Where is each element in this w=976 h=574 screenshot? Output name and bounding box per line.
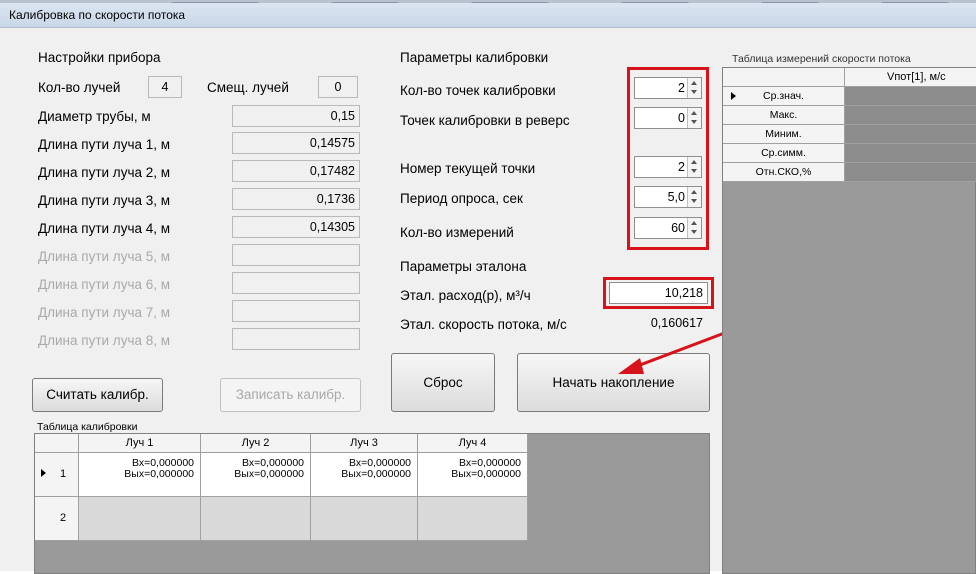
- path-6-field: [232, 272, 360, 294]
- table-cell[interactable]: Вх=0,000000 Вых=0,000000: [418, 453, 528, 497]
- path-8-field: [232, 328, 360, 350]
- device-group-title: Настройки прибора: [38, 50, 161, 65]
- row-label: Ср.знач.: [763, 90, 804, 102]
- path-8-label: Длина пути луча 8, м: [38, 333, 171, 348]
- calibration-highlight-frame: [627, 67, 709, 250]
- diameter-label: Диаметр трубы, м: [38, 109, 151, 124]
- speed-label: Этал. скорость потока, м/с: [400, 317, 567, 332]
- row-header[interactable]: Отн.СКО,%: [723, 163, 845, 182]
- column-header[interactable]: Луч 1: [79, 434, 201, 453]
- diameter-field[interactable]: 0,15: [232, 105, 360, 127]
- flow-label: Этал. расход(р), м³/ч: [400, 288, 531, 303]
- current-row-icon: [731, 92, 736, 100]
- table-cell[interactable]: [201, 497, 311, 541]
- reference-group-title: Параметры эталона: [400, 259, 527, 274]
- cell-out-text: Вых=0,000000: [234, 468, 304, 480]
- table-cell[interactable]: Вх=0,000000 Вых=0,000000: [311, 453, 418, 497]
- window-title: Калибровка по скорости потока: [9, 8, 186, 22]
- table-cell[interactable]: [845, 106, 976, 125]
- table-cell[interactable]: [845, 87, 976, 106]
- column-header[interactable]: Луч 2: [201, 434, 311, 453]
- path-6-label: Длина пути луча 6, м: [38, 277, 171, 292]
- reset-button[interactable]: Сброс: [391, 353, 495, 412]
- path-2-label: Длина пути луча 2, м: [38, 165, 171, 180]
- row-header[interactable]: Ср.симм.: [723, 144, 845, 163]
- table-cell[interactable]: [845, 144, 976, 163]
- row-header[interactable]: 2: [35, 497, 79, 541]
- flow-measurement-table[interactable]: Vпот[1], м/с Ср.знач. Макс. Миним. Ср.си…: [722, 67, 976, 574]
- offset-label: Смещ. лучей: [207, 80, 289, 95]
- calibration-window: Калибровка по скорости потока Настройки …: [0, 3, 976, 574]
- reverse-label: Точек калибровки в реверс: [400, 113, 570, 128]
- path-7-field: [232, 300, 360, 322]
- beams-count-field[interactable]: 4: [148, 76, 182, 98]
- write-calibration-button: Записать калибр.: [220, 378, 361, 412]
- read-calibration-button[interactable]: Считать калибр.: [32, 378, 163, 412]
- cell-out-text: Вых=0,000000: [341, 468, 411, 480]
- row-header[interactable]: Ср.знач.: [723, 87, 845, 106]
- title-bar[interactable]: Калибровка по скорости потока: [0, 3, 976, 28]
- path-5-field: [232, 244, 360, 266]
- table-cell[interactable]: Вх=0,000000 Вых=0,000000: [201, 453, 311, 497]
- flow-table-title: Таблица измерений скорости потока: [732, 53, 911, 65]
- path-4-field[interactable]: 0,14305: [232, 216, 360, 238]
- column-header[interactable]: Луч 4: [418, 434, 528, 453]
- path-3-field[interactable]: 0,1736: [232, 188, 360, 210]
- current-row-icon: [41, 469, 46, 477]
- table-cell[interactable]: [845, 125, 976, 144]
- path-3-label: Длина пути луча 3, м: [38, 193, 171, 208]
- table-cell[interactable]: [311, 497, 418, 541]
- calibration-table[interactable]: Луч 1 Луч 2 Луч 3 Луч 4 1 Вх=0,000000 Вых…: [34, 433, 710, 574]
- table-cell[interactable]: [79, 497, 201, 541]
- column-header[interactable]: Vпот[1], м/с: [845, 68, 976, 87]
- calibration-table-title: Таблица калибровки: [37, 421, 138, 433]
- calibration-group-title: Параметры калибровки: [400, 50, 549, 65]
- path-1-label: Длина пути луча 1, м: [38, 137, 171, 152]
- cell-out-text: Вых=0,000000: [451, 468, 521, 480]
- beams-label: Кол-во лучей: [38, 80, 121, 95]
- table-cell[interactable]: Вх=0,000000 Вых=0,000000: [79, 453, 201, 497]
- table-corner: [723, 68, 845, 87]
- row-header[interactable]: Макс.: [723, 106, 845, 125]
- row-header[interactable]: Миним.: [723, 125, 845, 144]
- offset-field[interactable]: 0: [318, 76, 358, 98]
- path-2-field[interactable]: 0,17482: [232, 160, 360, 182]
- cell-out-text: Вых=0,000000: [124, 468, 194, 480]
- table-corner: [35, 434, 79, 453]
- current-point-label: Номер текущей точки: [400, 161, 536, 176]
- points-label: Кол-во точек калибровки: [400, 83, 556, 98]
- table-cell[interactable]: [418, 497, 528, 541]
- row-number: 2: [60, 512, 67, 524]
- path-4-label: Длина пути луча 4, м: [38, 221, 171, 236]
- row-number: 1: [60, 468, 67, 480]
- column-header[interactable]: Луч 3: [311, 434, 418, 453]
- path-7-label: Длина пути луча 7, м: [38, 305, 171, 320]
- period-label: Период опроса, сек: [400, 191, 523, 206]
- path-1-field[interactable]: 0,14575: [232, 132, 360, 154]
- table-cell[interactable]: [845, 163, 976, 182]
- row-header[interactable]: 1: [35, 453, 79, 497]
- measures-label: Кол-во измерений: [400, 225, 514, 240]
- path-5-label: Длина пути луча 5, м: [38, 249, 171, 264]
